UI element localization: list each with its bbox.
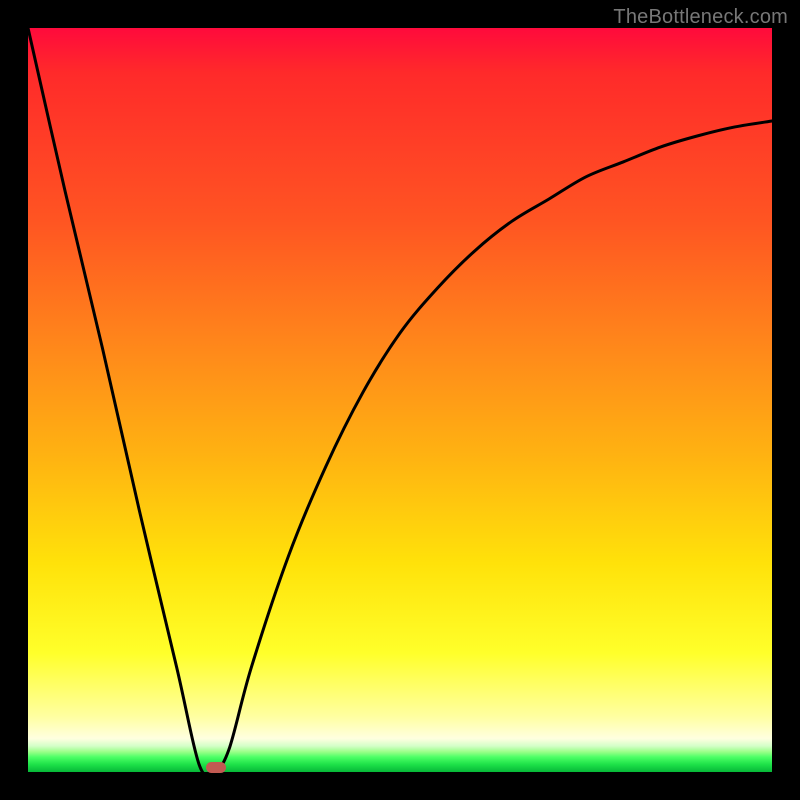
attribution-text: TheBottleneck.com <box>613 6 788 29</box>
chart-frame: TheBottleneck.com <box>0 0 800 800</box>
curve-svg <box>28 28 772 772</box>
optimal-marker <box>206 762 226 773</box>
plot-area <box>28 28 772 772</box>
bottleneck-curve-path <box>28 28 772 776</box>
